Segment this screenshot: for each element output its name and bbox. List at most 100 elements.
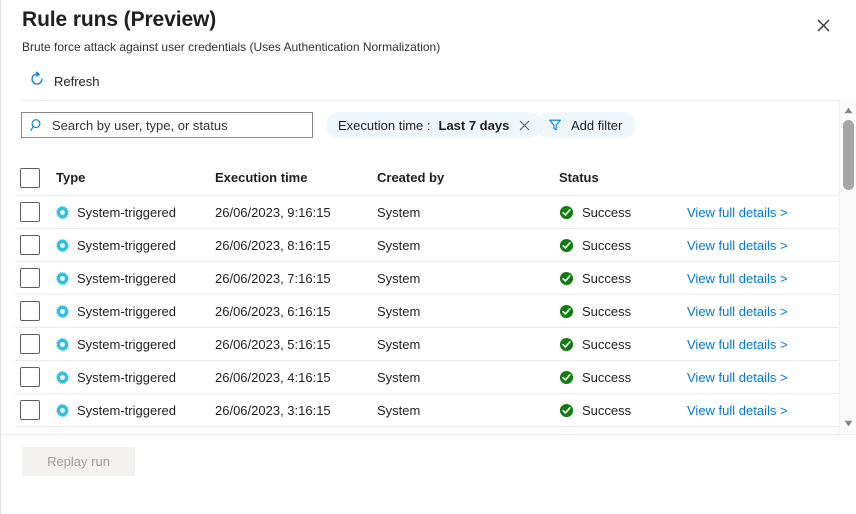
cell-created-by: System <box>377 370 559 385</box>
cell-action: View full details > <box>687 403 839 418</box>
gear-icon <box>55 370 70 385</box>
select-all-checkbox[interactable] <box>20 167 40 188</box>
execution-time-label: 26/06/2023, 4:16:15 <box>215 369 331 385</box>
cell-type: System-triggered <box>55 403 215 418</box>
success-icon <box>559 304 574 319</box>
cell-execution-time: 26/06/2023, 8:16:15 <box>215 238 377 253</box>
row-checkbox[interactable] <box>20 235 40 255</box>
status-label: Success <box>582 270 632 286</box>
cell-created-by: System <box>377 238 559 253</box>
footer-divider <box>1 434 856 435</box>
cell-created-by: System <box>377 304 559 319</box>
filter-pill-value: Last 7 days <box>438 117 510 133</box>
cell-status: Success <box>559 337 687 352</box>
type-label: System-triggered <box>77 237 176 253</box>
success-icon <box>559 337 574 352</box>
status-label: Success <box>582 369 632 385</box>
cell-status: Success <box>559 271 687 286</box>
cell-status: Success <box>559 238 687 253</box>
view-full-details-link[interactable]: View full details > <box>687 337 788 352</box>
type-label: System-triggered <box>77 303 176 319</box>
cell-action: View full details > <box>687 370 839 385</box>
success-icon <box>559 370 574 385</box>
row-select-cell <box>15 202 55 222</box>
cell-created-by: System <box>377 271 559 286</box>
table-body: System-triggered 26/06/2023, 9:16:15 Syste… <box>15 196 839 427</box>
cell-action: View full details > <box>687 238 839 253</box>
view-full-details-link[interactable]: View full details > <box>687 403 788 418</box>
scroll-down-arrow-icon[interactable] <box>840 415 856 432</box>
execution-time-label: 26/06/2023, 6:16:15 <box>215 303 331 319</box>
cell-type: System-triggered <box>55 271 215 286</box>
cell-execution-time: 26/06/2023, 5:16:15 <box>215 337 377 352</box>
view-full-details-link[interactable]: View full details > <box>687 205 788 220</box>
column-header-execution-time[interactable]: Execution time <box>215 170 377 185</box>
cell-type: System-triggered <box>55 304 215 319</box>
scroll-up-arrow-icon[interactable] <box>840 102 856 119</box>
cell-status: Success <box>559 304 687 319</box>
table-row[interactable]: System-triggered 26/06/2023, 5:16:15 Syste… <box>15 328 839 361</box>
created-by-label: System <box>377 369 421 385</box>
success-icon <box>559 205 574 220</box>
row-checkbox[interactable] <box>20 268 40 288</box>
created-by-label: System <box>377 237 421 253</box>
table-row[interactable]: System-triggered 26/06/2023, 8:16:15 Syste… <box>15 229 839 262</box>
filter-icon <box>548 118 562 132</box>
panel-header: Rule runs (Preview) Brute force attack a… <box>1 0 856 60</box>
view-full-details-link[interactable]: View full details > <box>687 304 788 319</box>
execution-time-label: 26/06/2023, 8:16:15 <box>215 237 331 253</box>
replay-run-button[interactable]: Replay run <box>22 447 135 476</box>
row-checkbox[interactable] <box>20 367 40 387</box>
filter-pill-remove-icon[interactable] <box>519 120 530 131</box>
add-filter-button[interactable]: Add filter <box>536 112 637 138</box>
toolbar-divider <box>21 100 839 101</box>
cell-type: System-triggered <box>55 337 215 352</box>
cell-status: Success <box>559 205 687 220</box>
refresh-button[interactable]: Refresh <box>25 66 104 96</box>
cell-execution-time: 26/06/2023, 6:16:15 <box>215 304 377 319</box>
gear-icon <box>55 205 70 220</box>
created-by-label: System <box>377 336 421 352</box>
view-full-details-link[interactable]: View full details > <box>687 238 788 253</box>
created-by-label: System <box>377 402 421 418</box>
filter-pill-key: Execution time : <box>338 117 431 133</box>
command-bar: Refresh <box>1 66 856 98</box>
close-icon[interactable] <box>811 13 835 37</box>
column-header-created-by[interactable]: Created by <box>377 170 559 185</box>
gear-icon <box>55 238 70 253</box>
cell-execution-time: 26/06/2023, 9:16:15 <box>215 205 377 220</box>
table-row[interactable]: System-triggered 26/06/2023, 4:16:15 Syste… <box>15 361 839 394</box>
execution-time-label: 26/06/2023, 3:16:15 <box>215 402 331 418</box>
gear-icon <box>55 403 70 418</box>
table-row[interactable]: System-triggered 26/06/2023, 3:16:15 Syste… <box>15 394 839 427</box>
column-header-type[interactable]: Type <box>55 170 215 185</box>
status-label: Success <box>582 204 632 220</box>
cell-created-by: System <box>377 205 559 220</box>
column-header-status[interactable]: Status <box>559 170 687 185</box>
row-checkbox[interactable] <box>20 301 40 321</box>
status-label: Success <box>582 402 632 418</box>
page-title: Rule runs (Preview) <box>22 8 217 31</box>
type-label: System-triggered <box>77 336 176 352</box>
status-label: Success <box>582 303 632 319</box>
cell-action: View full details > <box>687 304 839 319</box>
search-input[interactable]: Search by user, type, or status <box>21 112 313 138</box>
scroll-thumb[interactable] <box>843 120 854 190</box>
row-select-cell <box>15 334 55 354</box>
table-row[interactable]: System-triggered 26/06/2023, 9:16:15 Syste… <box>15 196 839 229</box>
success-icon <box>559 271 574 286</box>
row-select-cell <box>15 268 55 288</box>
row-select-cell <box>15 367 55 387</box>
row-checkbox[interactable] <box>20 400 40 420</box>
cell-type: System-triggered <box>55 370 215 385</box>
row-checkbox[interactable] <box>20 202 40 222</box>
filter-pill-execution-time[interactable]: Execution time : Last 7 days <box>326 112 543 138</box>
type-label: System-triggered <box>77 402 176 418</box>
created-by-label: System <box>377 270 421 286</box>
view-full-details-link[interactable]: View full details > <box>687 271 788 286</box>
table-row[interactable]: System-triggered 26/06/2023, 7:16:15 Syste… <box>15 262 839 295</box>
table-scrollbar[interactable] <box>839 98 856 434</box>
table-row[interactable]: System-triggered 26/06/2023, 6:16:15 Syste… <box>15 295 839 328</box>
view-full-details-link[interactable]: View full details > <box>687 370 788 385</box>
row-checkbox[interactable] <box>20 334 40 354</box>
